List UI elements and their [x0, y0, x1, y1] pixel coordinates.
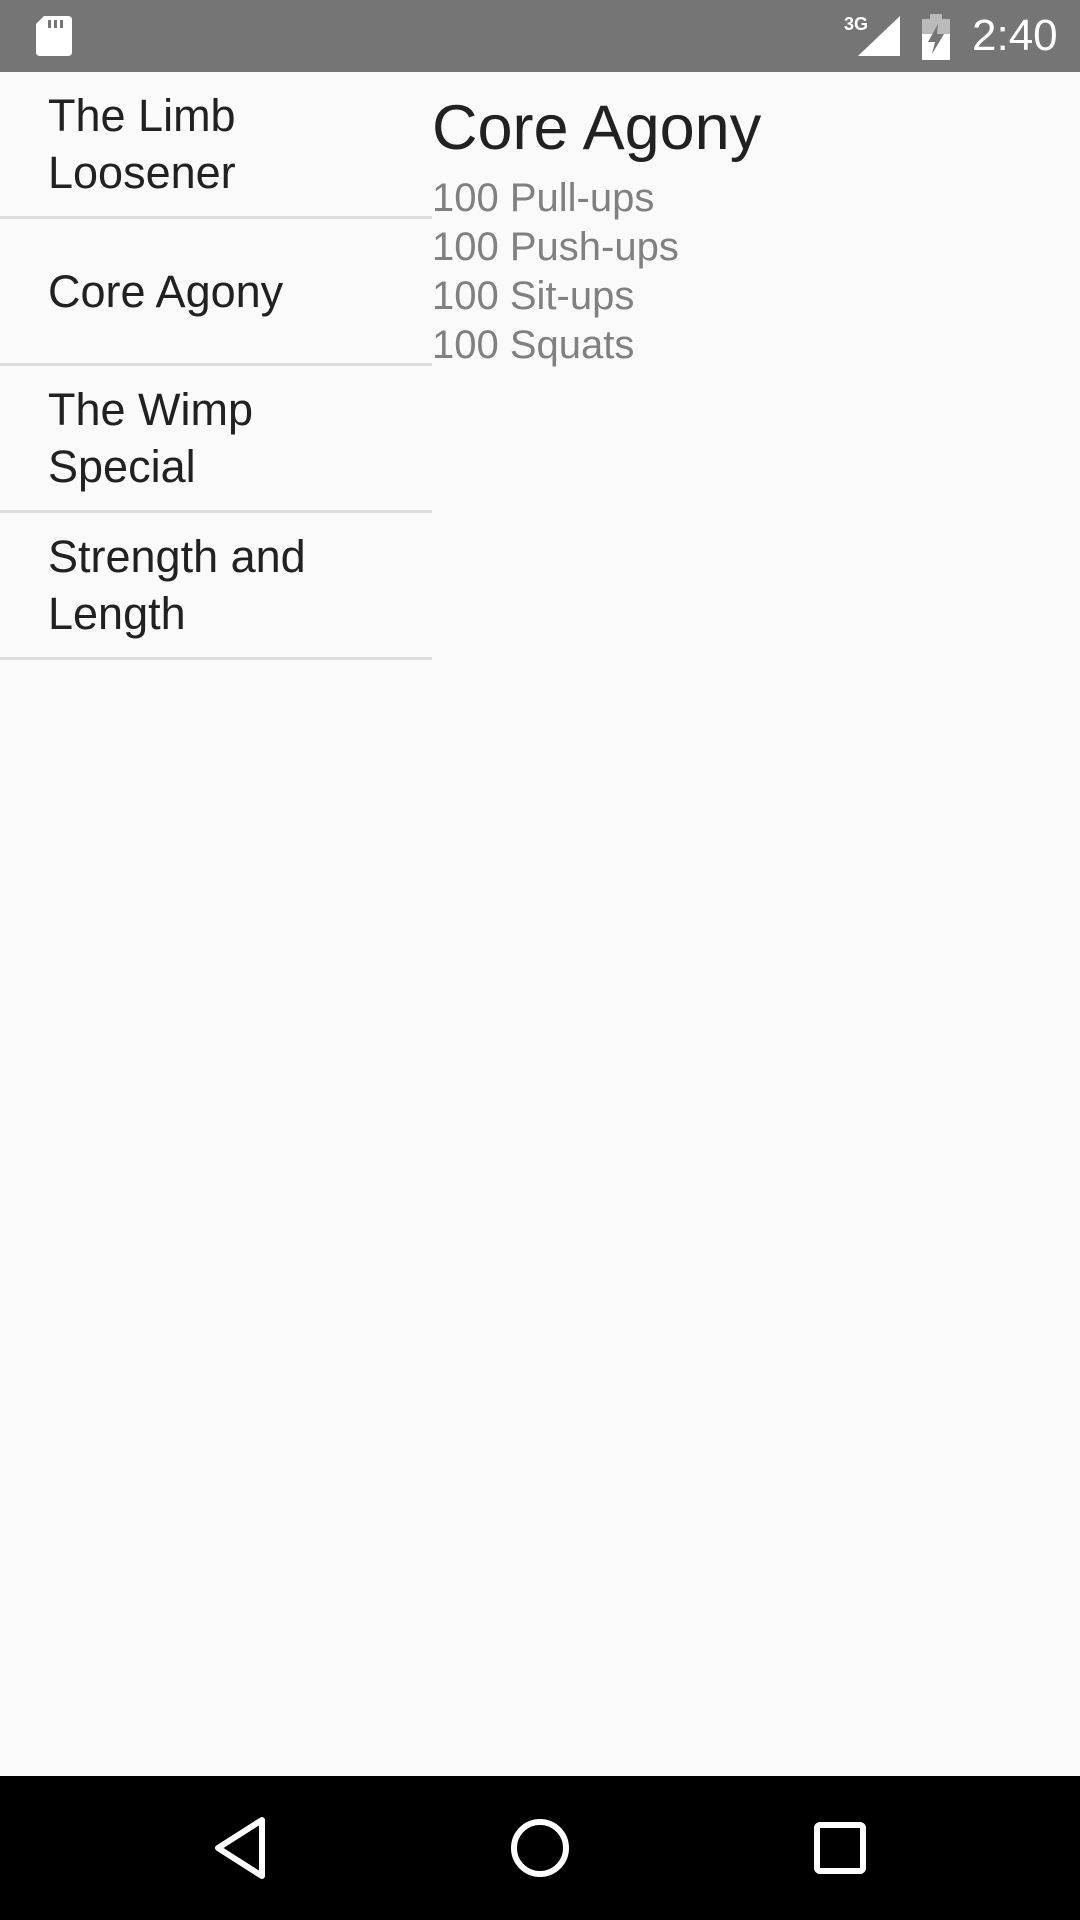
home-icon — [511, 1819, 569, 1877]
workout-item-label: The Limb Loosener — [48, 90, 236, 198]
home-button[interactable] — [460, 1776, 620, 1920]
status-time: 2:40 — [972, 11, 1058, 60]
workout-item-label: The Wimp Special — [48, 384, 254, 492]
workout-item-label: Core Agony — [48, 265, 284, 317]
workout-title: Core Agony — [432, 93, 762, 163]
workout-item-wimp-special[interactable]: The Wimp Special — [0, 366, 432, 513]
navigation-bar — [0, 1776, 1080, 1920]
workout-list: The Limb Loosener Core Agony The Wimp Sp… — [0, 72, 432, 660]
sd-card-icon — [36, 16, 72, 56]
exercise-list: 100 Pull-ups 100 Push-ups 100 Sit-ups 10… — [432, 174, 1072, 370]
back-button[interactable] — [160, 1776, 320, 1920]
recents-button[interactable] — [760, 1776, 920, 1920]
exercise-item: 100 Squats — [432, 323, 635, 367]
battery-charging-icon — [922, 14, 950, 60]
network-type-label: 3G — [844, 14, 868, 34]
status-bar: 3G 2:40 — [0, 0, 1080, 72]
workout-item-label: Strength and Length — [48, 531, 306, 639]
exercise-item: 100 Pull-ups — [432, 176, 655, 220]
signal-icon: 3G — [844, 14, 900, 56]
workout-item-strength-and-length[interactable]: Strength and Length — [0, 513, 432, 660]
workout-detail: Core Agony 100 Pull-ups 100 Push-ups 100… — [432, 72, 1072, 370]
recents-icon — [814, 1822, 866, 1874]
back-icon — [215, 1817, 265, 1879]
exercise-item: 100 Sit-ups — [432, 274, 635, 318]
exercise-item: 100 Push-ups — [432, 225, 679, 269]
workout-item-limb-loosener[interactable]: The Limb Loosener — [0, 72, 432, 219]
workout-item-core-agony[interactable]: Core Agony — [0, 219, 432, 366]
